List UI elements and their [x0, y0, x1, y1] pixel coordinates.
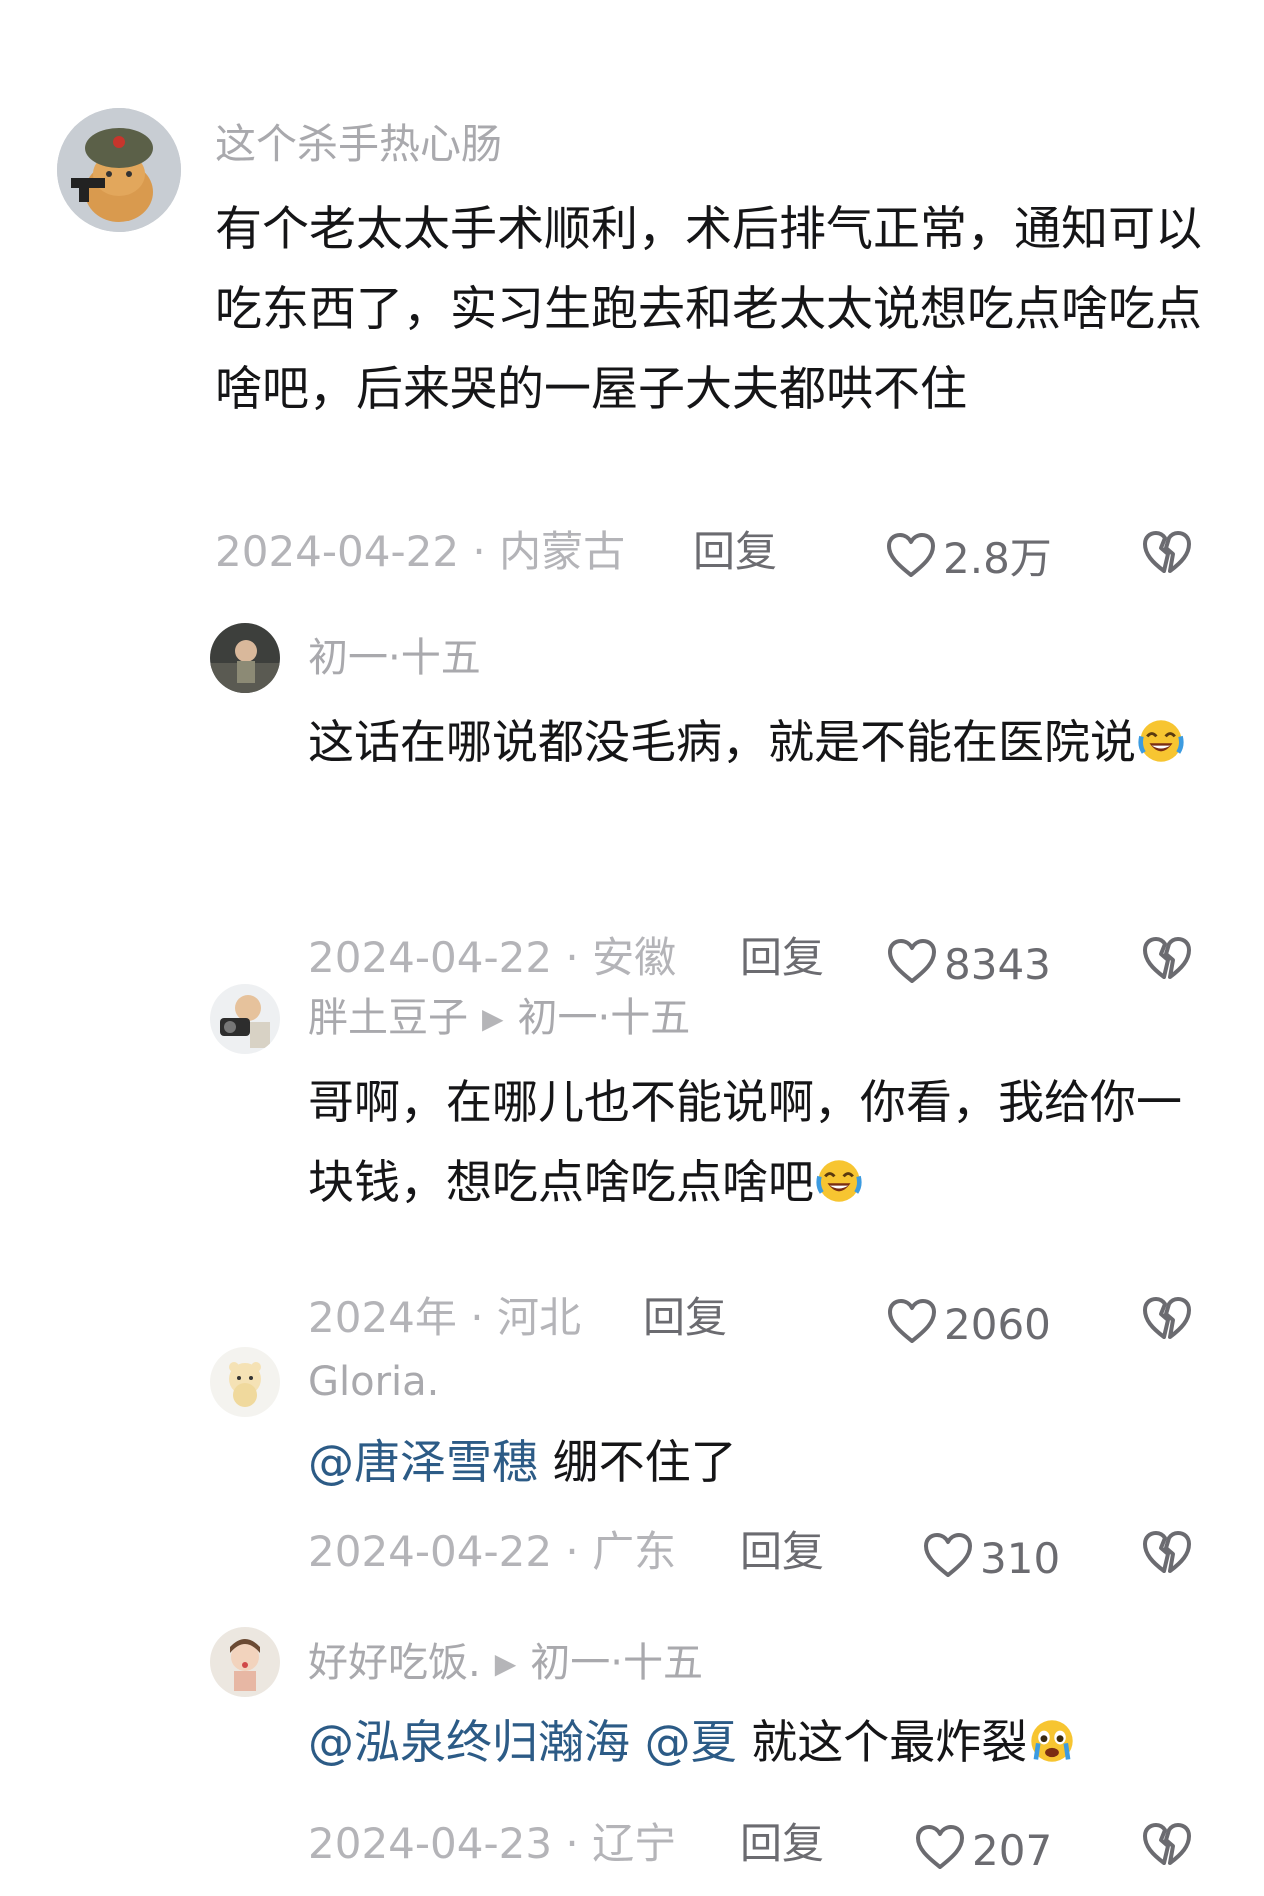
reply-item: 初一·十五 这话在哪说都没毛病，就是不能在医院说 2024-04-22 · 安徽… — [0, 600, 1264, 985]
laughing-crying-emoji — [816, 1158, 862, 1204]
mention-link[interactable]: @唐泽雪穗 — [308, 1435, 538, 1489]
avatar[interactable] — [210, 623, 280, 693]
dislike-button[interactable] — [1140, 1817, 1194, 1875]
heart-outline-icon — [885, 531, 937, 586]
broken-heart-icon — [1140, 531, 1194, 583]
crying-emoji — [1029, 1718, 1075, 1764]
comment-text-content: 哥啊，在哪儿也不能说啊，你看，我给你一块钱，想吃点啥吃点啥吧 — [308, 1075, 1182, 1209]
dislike-button[interactable] — [1140, 525, 1194, 583]
avatar[interactable] — [210, 1627, 280, 1697]
laughing-crying-emoji — [1138, 718, 1184, 764]
comment-text-content: 绷不住了 — [538, 1435, 737, 1489]
like-button[interactable]: 207 — [914, 1823, 1052, 1878]
comment-text: @唐泽雪穗 绷不住了 — [308, 1422, 1208, 1502]
reply-target[interactable]: 初一·十五 — [530, 1640, 703, 1686]
triangle-right-icon: ▶ — [482, 1002, 504, 1035]
comment-text-content: 就这个最炸裂 — [736, 1715, 1028, 1769]
reply-button[interactable]: 回复 — [740, 1531, 824, 1573]
like-count: 310 — [980, 1533, 1061, 1583]
comment-meta: 2024-04-22 · 内蒙古 回复 2.8万 — [215, 531, 1215, 591]
comment-meta: 2024-04-23 · 辽宁 回复 207 — [308, 1823, 1208, 1883]
comment-username[interactable]: 胖土豆子 ▶ 初一·十五 — [308, 998, 690, 1038]
reply-item: 胖土豆子 ▶ 初一·十五 哥啊，在哪儿也不能说啊，你看，我给你一块钱，想吃点啥吃点啥… — [0, 960, 1264, 1345]
comment-item: 这个杀手热心肠 有个老太太手术顺利，术后排气正常，通知可以吃东西了，实习生跑去和… — [0, 0, 1264, 600]
comment-text: 哥啊，在哪儿也不能说啊，你看，我给你一块钱，想吃点啥吃点啥吧 — [308, 1062, 1208, 1222]
comment-text-content: 有个老太太手术顺利，术后排气正常，通知可以吃东西了，实习生跑去和老太太说想吃点啥… — [215, 202, 1202, 417]
comment-text: 有个老太太手术顺利，术后排气正常，通知可以吃东西了，实习生跑去和老太太说想吃点啥… — [215, 190, 1205, 430]
comment-username[interactable]: 这个杀手热心肠 — [215, 124, 502, 165]
like-count: 2.8万 — [943, 533, 1052, 583]
reply-button[interactable]: 回复 — [693, 531, 777, 573]
comment-text: 这话在哪说都没毛病，就是不能在医院说 — [308, 702, 1208, 782]
comment-text-content: 这话在哪说都没毛病，就是不能在医院说 — [308, 715, 1136, 769]
reply-button[interactable]: 回复 — [740, 1823, 824, 1865]
heart-outline-icon — [922, 1531, 974, 1586]
broken-heart-icon — [1140, 1531, 1194, 1583]
comment-username[interactable]: Gloria. — [308, 1362, 439, 1402]
comment-username[interactable]: 好好吃饭. ▶ 初一·十五 — [308, 1643, 703, 1683]
like-button[interactable]: 2.8万 — [885, 531, 1052, 586]
like-count: 207 — [972, 1825, 1053, 1875]
avatar[interactable] — [210, 1347, 280, 1417]
username-text: 好好吃饭. — [308, 1640, 481, 1686]
reply-target[interactable]: 初一·十五 — [518, 995, 691, 1041]
date-location: 2024-04-22 · 广东 — [308, 1527, 677, 1576]
dislike-button[interactable] — [1140, 1525, 1194, 1583]
reply-item: 好好吃饭. ▶ 初一·十五 @泓泉终归瀚海 @夏 就这个最炸裂 2024-04-23… — [0, 1600, 1264, 1896]
comment-text: @泓泉终归瀚海 @夏 就这个最炸裂 — [308, 1702, 1208, 1782]
reply-item: Gloria. @唐泽雪穗 绷不住了 2024-04-22 · 广东 回复 31… — [0, 1320, 1264, 1600]
triangle-right-icon: ▶ — [494, 1647, 517, 1680]
username-text: 胖土豆子 — [308, 995, 468, 1041]
date-location: 2024-04-22 · 内蒙古 — [215, 527, 626, 576]
date-location: 2024-04-23 · 辽宁 — [308, 1819, 677, 1868]
avatar[interactable] — [57, 108, 181, 232]
avatar[interactable] — [210, 984, 280, 1054]
like-button[interactable]: 310 — [922, 1531, 1060, 1586]
comment-username[interactable]: 初一·十五 — [308, 638, 481, 678]
comment-meta: 2024-04-22 · 广东 回复 310 — [308, 1531, 1208, 1591]
mention-link[interactable]: @泓泉终归瀚海 @夏 — [308, 1715, 737, 1769]
broken-heart-icon — [1140, 1823, 1194, 1875]
heart-outline-icon — [914, 1823, 966, 1878]
